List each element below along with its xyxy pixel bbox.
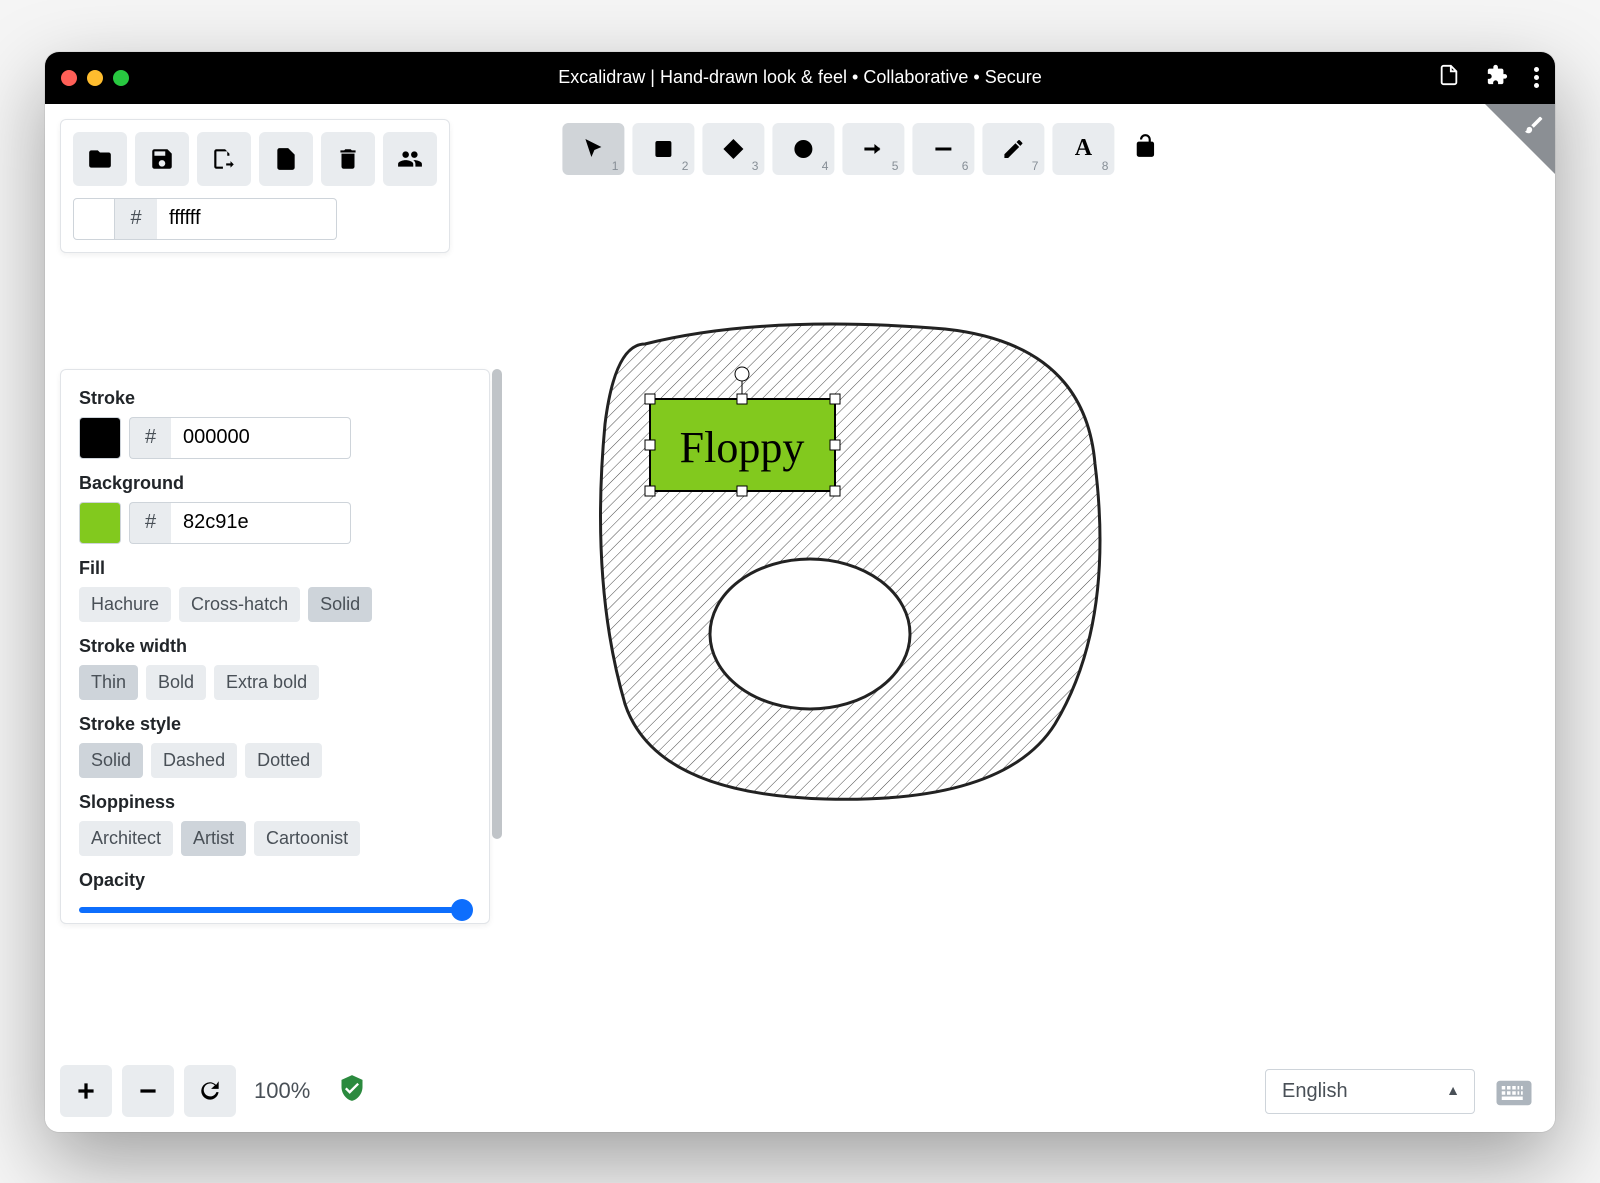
sloppiness-heading: Sloppiness: [79, 792, 471, 813]
stroke-width-thin[interactable]: Thin: [79, 665, 138, 700]
properties-panel: Stroke # Background # Fill Hachure Cross…: [60, 369, 490, 924]
tool-num: 7: [1032, 159, 1039, 173]
opacity-heading: Opacity: [79, 870, 471, 891]
tool-rectangle[interactable]: 2: [632, 123, 694, 175]
tool-num: 6: [962, 159, 969, 173]
hash-label: #: [115, 198, 157, 240]
save-as-button[interactable]: [197, 132, 251, 186]
stroke-swatch[interactable]: [79, 417, 121, 459]
tool-text[interactable]: A 8: [1052, 123, 1114, 175]
fill-solid[interactable]: Solid: [308, 587, 372, 622]
tool-arrow[interactable]: 5: [842, 123, 904, 175]
encrypted-icon: [338, 1074, 366, 1107]
sloppiness-architect[interactable]: Architect: [79, 821, 173, 856]
canvas-bg-input[interactable]: [157, 198, 337, 240]
stroke-style-dashed[interactable]: Dashed: [151, 743, 237, 778]
keyboard-icon[interactable]: [1493, 1072, 1535, 1114]
clear-button[interactable]: [321, 132, 375, 186]
maximize-window-button[interactable]: [113, 70, 129, 86]
stroke-heading: Stroke: [79, 388, 471, 409]
hash-label: #: [129, 417, 171, 459]
zoom-panel: 100%: [60, 1065, 366, 1117]
tool-num: 2: [682, 159, 689, 173]
stroke-color-input[interactable]: [171, 417, 351, 459]
stroke-style-dotted[interactable]: Dotted: [245, 743, 322, 778]
properties-scrollbar[interactable]: [492, 369, 502, 839]
canvas[interactable]: Floppy: [585, 304, 1145, 869]
language-value: English: [1282, 1080, 1348, 1102]
zoom-reset-button[interactable]: [184, 1065, 236, 1117]
zoom-in-button[interactable]: [60, 1065, 112, 1117]
app-window: Excalidraw | Hand-drawn look & feel • Co…: [45, 52, 1555, 1132]
export-button[interactable]: [259, 132, 313, 186]
more-menu-icon[interactable]: [1534, 67, 1539, 88]
shape-toolbar: 1 2 3 4 5 6 7: [558, 119, 1162, 179]
tool-num: 4: [822, 159, 829, 173]
background-heading: Background: [79, 473, 471, 494]
save-button[interactable]: [135, 132, 189, 186]
stroke-width-bold[interactable]: Bold: [146, 665, 206, 700]
sloppiness-cartoonist[interactable]: Cartoonist: [254, 821, 360, 856]
fill-hachure[interactable]: Hachure: [79, 587, 171, 622]
stroke-width-options: Thin Bold Extra bold: [79, 665, 471, 700]
stroke-width-extra-bold[interactable]: Extra bold: [214, 665, 319, 700]
minimize-window-button[interactable]: [87, 70, 103, 86]
fill-options: Hachure Cross-hatch Solid: [79, 587, 471, 622]
tool-num: 8: [1102, 159, 1109, 173]
titlebar-actions: [1438, 64, 1539, 91]
tool-num: 1: [612, 159, 619, 173]
lock-button[interactable]: [1132, 133, 1158, 164]
background-swatch[interactable]: [79, 502, 121, 544]
canvas-bg-swatch[interactable]: [73, 198, 115, 240]
shape-text: Floppy: [680, 423, 805, 472]
library-icon[interactable]: [1438, 64, 1460, 91]
opacity-slider[interactable]: [79, 899, 471, 919]
file-ops-panel: #: [60, 119, 450, 253]
sloppiness-artist[interactable]: Artist: [181, 821, 246, 856]
fill-cross-hatch[interactable]: Cross-hatch: [179, 587, 300, 622]
hash-label: #: [129, 502, 171, 544]
open-button[interactable]: [73, 132, 127, 186]
paint-icon: [1523, 114, 1545, 141]
titlebar: Excalidraw | Hand-drawn look & feel • Co…: [45, 52, 1555, 104]
tool-num: 5: [892, 159, 899, 173]
tool-draw[interactable]: 7: [982, 123, 1044, 175]
stroke-style-heading: Stroke style: [79, 714, 471, 735]
close-window-button[interactable]: [61, 70, 77, 86]
stroke-width-heading: Stroke width: [79, 636, 471, 657]
tool-line[interactable]: 6: [912, 123, 974, 175]
app-body: # Stroke # Background # Fill Hachure Cro…: [45, 104, 1555, 1132]
fill-heading: Fill: [79, 558, 471, 579]
extension-icon[interactable]: [1486, 64, 1508, 91]
tool-selection[interactable]: 1: [562, 123, 624, 175]
stroke-style-solid[interactable]: Solid: [79, 743, 143, 778]
sloppiness-options: Architect Artist Cartoonist: [79, 821, 471, 856]
tool-num: 3: [752, 159, 759, 173]
collaborate-button[interactable]: [383, 132, 437, 186]
language-select[interactable]: English: [1265, 1069, 1475, 1114]
zoom-value: 100%: [254, 1078, 310, 1104]
background-color-input[interactable]: [171, 502, 351, 544]
tool-ellipse[interactable]: 4: [772, 123, 834, 175]
zoom-out-button[interactable]: [122, 1065, 174, 1117]
stroke-style-options: Solid Dashed Dotted: [79, 743, 471, 778]
traffic-lights: [61, 70, 129, 86]
window-title: Excalidraw | Hand-drawn look & feel • Co…: [558, 67, 1042, 88]
canvas-bg-row: #: [73, 198, 437, 240]
tool-diamond[interactable]: 3: [702, 123, 764, 175]
